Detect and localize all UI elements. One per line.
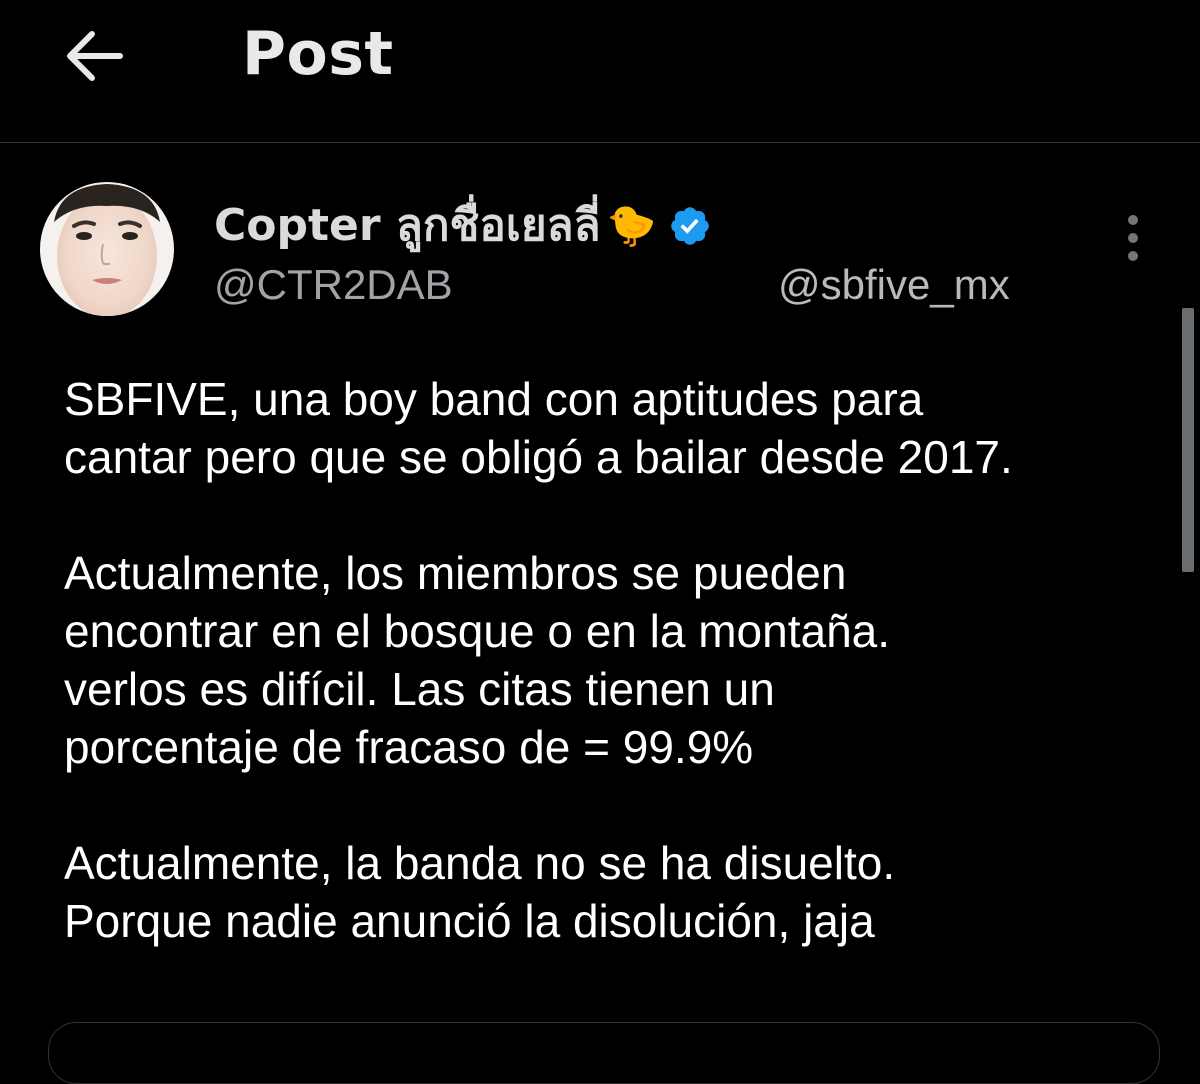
- post-text: SBFIVE, una boy band con aptitudes para …: [64, 370, 1164, 950]
- arrow-left-icon: [67, 31, 123, 81]
- back-button[interactable]: [58, 20, 130, 92]
- post-paragraph: Actualmente, la banda no se ha disuelto.…: [64, 837, 896, 947]
- author-display-name[interactable]: Copter ลูกชื่อเยลลี่: [214, 198, 601, 254]
- author-name-row[interactable]: Copter ลูกชื่อเยลลี่ 🐤: [214, 196, 712, 256]
- avatar-image: [40, 182, 174, 316]
- verified-badge-icon: [668, 204, 712, 248]
- post-paragraph: Actualmente, los miembros se pueden enco…: [64, 547, 891, 773]
- more-options-button[interactable]: [1112, 208, 1154, 268]
- author-handle[interactable]: @CTR2DAB: [214, 260, 453, 310]
- page-title: Post: [242, 19, 394, 89]
- post-paragraph: SBFIVE, una boy band con aptitudes para …: [64, 373, 1013, 483]
- scrollbar-thumb[interactable]: [1182, 308, 1194, 572]
- embedded-card[interactable]: [48, 1022, 1160, 1084]
- top-app-bar: Post: [0, 0, 1200, 143]
- chick-emoji: 🐤: [606, 204, 657, 248]
- more-vertical-icon: [1128, 215, 1138, 261]
- watermark-text: @sbfive_mx: [778, 261, 1010, 308]
- avatar[interactable]: [40, 182, 174, 316]
